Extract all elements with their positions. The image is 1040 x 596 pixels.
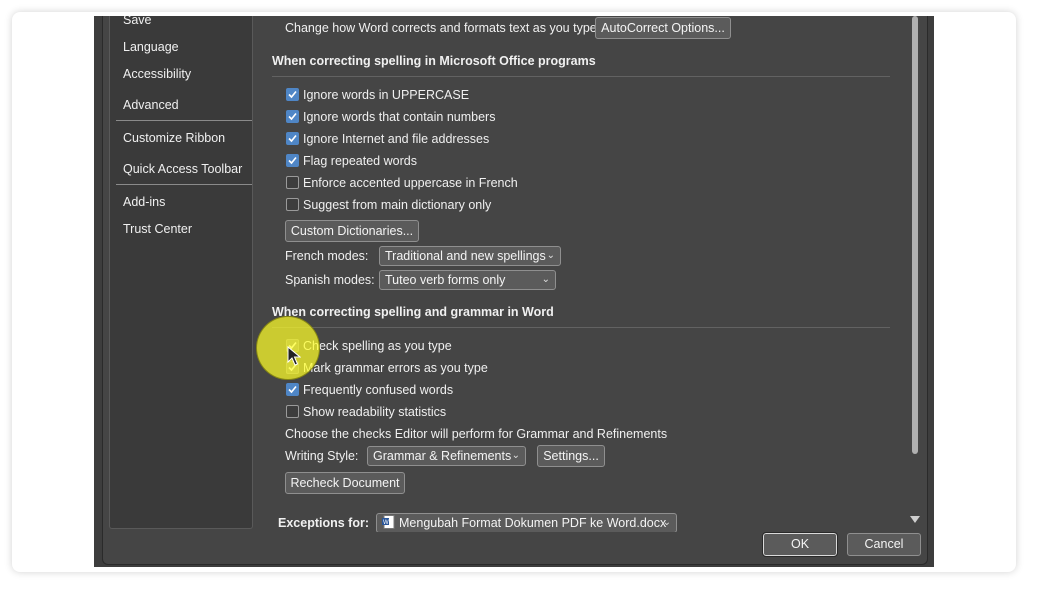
section-divider: [272, 76, 890, 77]
cancel-button[interactable]: Cancel: [847, 533, 921, 556]
word-options-dialog: Save Language Accessibility Advanced Cus…: [102, 16, 928, 565]
french-modes-value: Traditional and new spellings: [385, 249, 546, 263]
enforce-accented-uppercase-label: Enforce accented uppercase in French: [303, 176, 518, 190]
vertical-scrollbar[interactable]: [909, 16, 921, 528]
exceptions-value-wrap: W Mengubah Format Dokumen PDF ke Word.do…: [382, 514, 666, 532]
suggest-main-dictionary-checkbox[interactable]: [286, 198, 299, 211]
proofing-options-panel: Change how Word corrects and formats tex…: [253, 16, 903, 532]
ignore-internet-addresses-checkbox[interactable]: [286, 132, 299, 145]
sidebar-item-language[interactable]: Language: [123, 40, 179, 54]
scroll-down-arrow-icon[interactable]: [910, 516, 920, 523]
word-document-icon: W: [382, 515, 395, 529]
french-modes-dropdown[interactable]: Traditional and new spellings ⌄: [379, 246, 561, 266]
sidebar-item-accessibility[interactable]: Accessibility: [123, 67, 191, 81]
ok-button[interactable]: OK: [762, 532, 838, 557]
autocorrect-options-button[interactable]: AutoCorrect Options...: [595, 17, 731, 39]
autocorrect-label: Change how Word corrects and formats tex…: [285, 21, 601, 35]
show-readability-statistics-checkbox[interactable]: [286, 405, 299, 418]
sidebar-divider: [116, 184, 252, 185]
office-section-title: When correcting spelling in Microsoft Of…: [272, 54, 596, 68]
exceptions-label: Exceptions for:: [278, 516, 369, 530]
checkmark-icon: [288, 156, 297, 165]
svg-text:W: W: [383, 520, 389, 526]
sidebar-divider: [116, 120, 252, 121]
ignore-internet-addresses-label: Ignore Internet and file addresses: [303, 132, 490, 146]
options-sidebar: Save Language Accessibility Advanced Cus…: [109, 16, 253, 529]
writing-style-value: Grammar & Refinements: [373, 449, 512, 463]
section-divider: [272, 327, 890, 328]
ignore-numbers-checkbox[interactable]: [286, 110, 299, 123]
sidebar-item-add-ins[interactable]: Add-ins: [123, 195, 165, 209]
spanish-modes-value: Tuteo verb forms only: [385, 273, 506, 287]
word-options-window: Save Language Accessibility Advanced Cus…: [94, 16, 934, 567]
french-modes-label: French modes:: [285, 249, 369, 263]
checkmark-icon: [288, 134, 297, 143]
writing-style-label: Writing Style:: [285, 449, 359, 463]
sidebar-item-trust-center[interactable]: Trust Center: [123, 222, 192, 236]
mark-grammar-errors-label: Mark grammar errors as you type: [303, 361, 488, 375]
suggest-main-dictionary-label: Suggest from main dictionary only: [303, 198, 492, 212]
checkmark-icon: [288, 385, 297, 394]
scrollbar-thumb[interactable]: [912, 16, 918, 454]
enforce-accented-uppercase-checkbox[interactable]: [286, 176, 299, 189]
writing-style-dropdown[interactable]: Grammar & Refinements ⌄: [367, 446, 526, 466]
flag-repeated-words-label: Flag repeated words: [303, 154, 417, 168]
settings-button[interactable]: Settings...: [537, 445, 605, 467]
sidebar-item-save[interactable]: Save: [123, 16, 152, 27]
check-spelling-as-you-type-label: Check spelling as you type: [303, 339, 452, 353]
frequently-confused-words-label: Frequently confused words: [303, 383, 454, 397]
mouse-pointer-icon: [287, 346, 301, 366]
show-readability-statistics-label: Show readability statistics: [303, 405, 447, 419]
sidebar-item-advanced[interactable]: Advanced: [123, 98, 179, 112]
ignore-uppercase-label: Ignore words in UPPERCASE: [303, 88, 470, 102]
sidebar-item-quick-access-toolbar[interactable]: Quick Access Toolbar: [123, 162, 242, 176]
sidebar-item-customize-ribbon[interactable]: Customize Ribbon: [123, 131, 225, 145]
chevron-down-icon: ⌄: [541, 274, 550, 285]
editor-checks-text: Choose the checks Editor will perform fo…: [285, 427, 668, 441]
flag-repeated-words-checkbox[interactable]: [286, 154, 299, 167]
chevron-down-icon: ⌄: [511, 450, 520, 461]
exceptions-dropdown[interactable]: W Mengubah Format Dokumen PDF ke Word.do…: [376, 513, 677, 532]
chevron-down-icon: ⌄: [546, 250, 555, 261]
custom-dictionaries-button[interactable]: Custom Dictionaries...: [285, 220, 419, 242]
spanish-modes-dropdown[interactable]: Tuteo verb forms only ⌄: [379, 270, 556, 290]
chevron-down-icon: ⌄: [662, 517, 671, 528]
ignore-numbers-label: Ignore words that contain numbers: [303, 110, 496, 124]
checkmark-icon: [288, 90, 297, 99]
word-section-title: When correcting spelling and grammar in …: [272, 305, 554, 319]
exceptions-value: Mengubah Format Dokumen PDF ke Word.docx: [399, 516, 667, 530]
recheck-document-button[interactable]: Recheck Document: [285, 472, 405, 494]
ignore-uppercase-checkbox[interactable]: [286, 88, 299, 101]
frequently-confused-words-checkbox[interactable]: [286, 383, 299, 396]
checkmark-icon: [288, 112, 297, 121]
spanish-modes-label: Spanish modes:: [285, 273, 375, 287]
